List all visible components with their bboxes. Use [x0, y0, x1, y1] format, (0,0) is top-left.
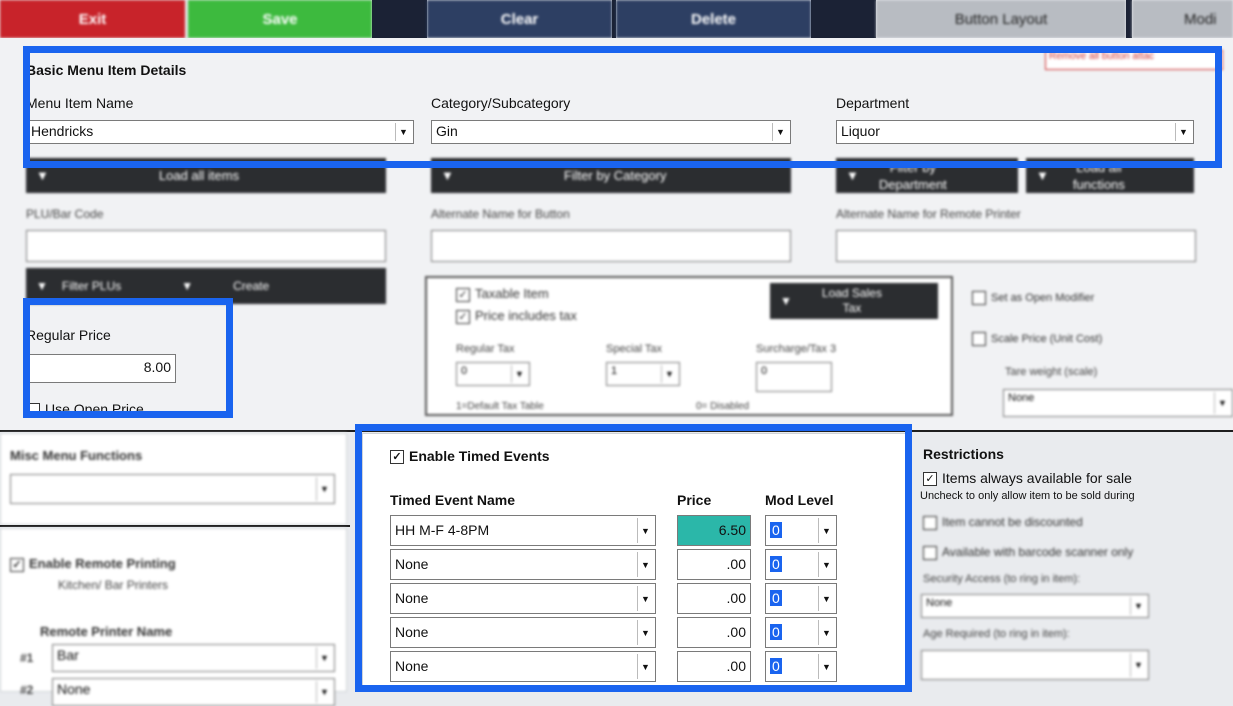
cannot-discount-checkbox[interactable]: Item cannot be discounted	[923, 515, 1083, 530]
regular-tax-label: Regular Tax	[456, 343, 515, 355]
create-button[interactable]: Create	[233, 279, 269, 293]
chevron-down-icon: ▼	[1214, 392, 1230, 414]
always-available-checkbox[interactable]: ✓ Items always available for sale	[923, 470, 1132, 487]
restrictions-heading: Restrictions	[923, 446, 1004, 462]
scale-price-checkbox[interactable]: Scale Price (Unit Cost)	[972, 332, 1102, 346]
checkbox-icon	[972, 332, 986, 346]
security-access-value: None	[926, 597, 953, 609]
filter-icon: ▼	[846, 168, 859, 183]
misc-divider	[0, 525, 350, 527]
clear-button[interactable]: Clear	[427, 0, 612, 38]
open-modifier-checkbox[interactable]: Set as Open Modifier	[972, 291, 1094, 305]
check-icon: ✓	[923, 472, 937, 487]
load-sales-tax-text: Load Sales Tax	[822, 286, 882, 316]
tax-footnote-left: 1=Default Tax Table	[456, 401, 544, 412]
chevron-down-icon: ▼	[1130, 653, 1146, 677]
delete-button[interactable]: Delete	[616, 0, 811, 38]
chevron-down-icon: ▼	[316, 681, 332, 703]
printer-1-dropdown[interactable]: Bar ▼	[52, 644, 335, 672]
printer-2-value: None	[57, 681, 91, 697]
filter-icon: ▼	[441, 168, 454, 183]
scale-price-label: Scale Price (Unit Cost)	[991, 332, 1103, 345]
load-sales-tax-line1: Load Sales	[821, 286, 882, 300]
checkbox-icon	[972, 291, 986, 305]
basic-details-highlight	[23, 46, 1222, 168]
plu-input[interactable]	[26, 230, 386, 262]
enable-remote-printing-label: Enable Remote Printing	[29, 556, 176, 571]
chevron-down-icon: ▼	[661, 365, 677, 383]
price-includes-tax-checkbox[interactable]: ✓ Price includes tax	[456, 308, 577, 324]
check-icon: ✓	[456, 287, 470, 302]
tax-footnote-right: 0= Disabled	[696, 401, 750, 412]
check-icon: ✓	[10, 557, 24, 572]
chevron-down-icon: ▼	[511, 365, 527, 383]
load-all-functions-line2: functions	[1072, 176, 1125, 192]
alt-printer-name-label: Alternate Name for Remote Printer	[836, 207, 1021, 221]
tare-weight-dropdown[interactable]: None ▼	[1003, 389, 1233, 417]
alt-printer-name-input[interactable]	[836, 230, 1196, 262]
save-button[interactable]: Save	[188, 0, 372, 38]
uncheck-note: Uncheck to only allow item to be sold du…	[920, 490, 1135, 502]
open-modifier-label: Set as Open Modifier	[991, 291, 1095, 304]
load-sales-tax-button[interactable]: ▼ Load Sales Tax	[770, 283, 938, 319]
always-available-label: Items always available for sale	[942, 470, 1132, 486]
printer-1-number: #1	[20, 651, 34, 665]
alt-button-name-input[interactable]	[431, 230, 791, 262]
age-required-dropdown[interactable]: ▼	[921, 650, 1149, 680]
misc-functions-dropdown[interactable]: ▼	[10, 474, 335, 504]
filter-icon: ▼	[36, 168, 49, 183]
chevron-down-icon: ▼	[316, 647, 332, 669]
security-access-dropdown[interactable]: None ▼	[921, 594, 1149, 618]
filter-icon: ▼	[1036, 168, 1049, 183]
timed-events-highlight	[355, 424, 912, 692]
load-all-items-label: Load all items	[158, 168, 240, 183]
barcode-only-label: Available with barcode scanner only	[942, 545, 1134, 559]
modifiers-button[interactable]: Modi	[1132, 0, 1233, 38]
regular-tax-value: 0	[461, 365, 468, 377]
security-access-label: Security Access (to ring in item):	[923, 573, 1081, 585]
filter-by-category-label: Filter by Category	[563, 168, 667, 183]
surcharge-value: 0	[761, 365, 768, 377]
tare-weight-label: Tare weight (scale)	[1005, 366, 1098, 378]
enable-remote-printing-checkbox[interactable]: ✓ Enable Remote Printing	[10, 556, 176, 572]
regular-price-highlight	[23, 298, 233, 418]
alt-button-name-label: Alternate Name for Button	[431, 207, 570, 221]
checkbox-icon	[923, 515, 937, 530]
printer-2-dropdown[interactable]: None ▼	[52, 678, 335, 706]
toolbar-spacer	[372, 0, 427, 38]
special-tax-value: 1	[611, 365, 618, 377]
remote-printing-sub: Kitchen/ Bar Printers	[58, 578, 169, 592]
checkbox-icon	[923, 545, 937, 560]
chevron-down-icon: ▼	[316, 477, 332, 501]
filter-plus-button[interactable]: Filter PLUs	[62, 279, 121, 293]
chevron-down-icon: ▼	[1130, 597, 1146, 615]
surcharge-label: Surcharge/Tax 3	[756, 343, 837, 355]
taxable-checkbox[interactable]: ✓ Taxable Item	[456, 286, 549, 302]
tare-weight-value: None	[1008, 392, 1035, 404]
cannot-discount-label: Item cannot be discounted	[942, 515, 1083, 529]
plu-label: PLU/Bar Code	[26, 207, 104, 221]
load-sales-tax-line2: Tax	[842, 301, 862, 315]
regular-tax-dropdown[interactable]: 0 ▼	[456, 362, 530, 386]
exit-button[interactable]: Exit	[0, 0, 185, 38]
age-required-label: Age Required (to ring in item):	[923, 628, 1070, 640]
barcode-only-checkbox[interactable]: Available with barcode scanner only	[923, 545, 1133, 560]
special-tax-dropdown[interactable]: 1 ▼	[606, 362, 680, 386]
special-tax-label: Special Tax	[606, 343, 663, 355]
surcharge-input[interactable]: 0	[756, 362, 832, 392]
filter-icon: ▼	[36, 279, 48, 293]
filter-icon: ▼	[181, 279, 194, 293]
filter-by-department-line2: Department	[878, 176, 947, 192]
toolbar-spacer-2	[811, 0, 876, 38]
taxable-label: Taxable Item	[475, 286, 549, 301]
button-layout-button[interactable]: Button Layout	[876, 0, 1126, 38]
printer-1-value: Bar	[57, 647, 79, 663]
filter-icon: ▼	[780, 294, 792, 308]
check-icon: ✓	[456, 309, 470, 324]
remote-printer-name-label: Remote Printer Name	[40, 624, 173, 639]
printer-2-number: #2	[20, 683, 34, 697]
price-includes-tax-label: Price includes tax	[475, 308, 577, 323]
misc-functions-label: Misc Menu Functions	[10, 448, 143, 463]
